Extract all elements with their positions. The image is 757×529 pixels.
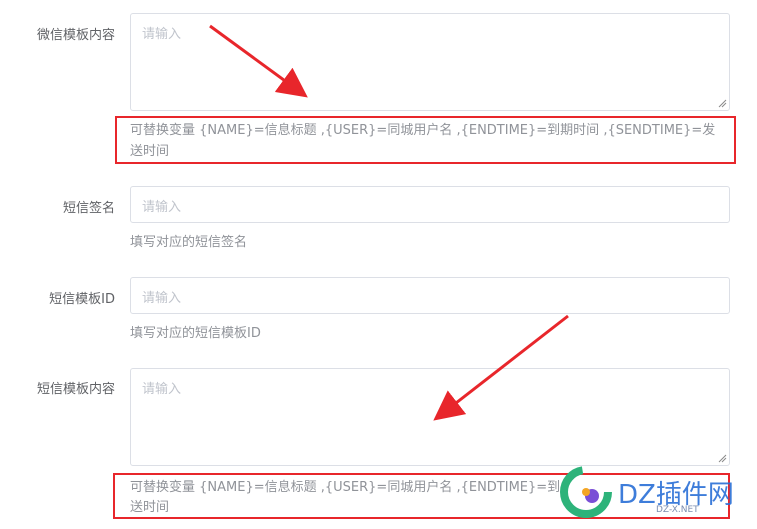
annotation-arrow-bottom xyxy=(433,314,569,421)
watermark-logo-icon xyxy=(560,466,612,518)
watermark-logo: DZ插件网 DZ-X.NET xyxy=(560,462,755,524)
watermark-sub: DZ-X.NET xyxy=(656,505,699,515)
annotation-arrow-top xyxy=(209,24,308,98)
annotation-arrows xyxy=(209,24,569,421)
